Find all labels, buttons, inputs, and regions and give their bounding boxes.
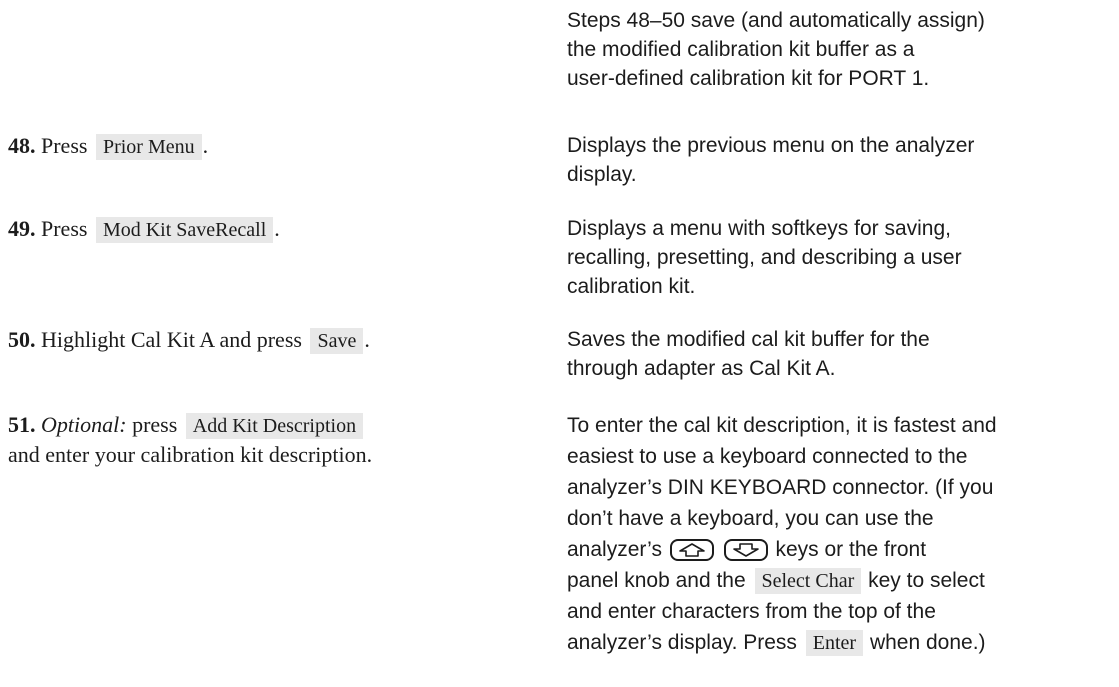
- description-line: calibration kit.: [567, 275, 696, 298]
- step-51-line-2: and enter your calibration kit descripti…: [8, 440, 372, 470]
- step-50-description: Saves the modified cal kit buffer for th…: [567, 325, 1112, 383]
- step-text: press: [132, 412, 178, 437]
- mod-kit-save-recall-key[interactable]: Mod Kit SaveRecall: [95, 217, 274, 243]
- description-line: panel knob and the Select Char key to se…: [567, 565, 1112, 596]
- step-51-description: To enter the cal kit description, it is …: [567, 410, 1112, 658]
- step-50: 50. Highlight Cal Kit A and press Save.: [8, 325, 370, 355]
- description-line: analyzer’s DIN KEYBOARD connector. (If y…: [567, 476, 994, 499]
- step-48: 48. Press Prior Menu.: [8, 131, 208, 161]
- step-text: Highlight Cal Kit A and press: [41, 327, 302, 352]
- save-key[interactable]: Save: [310, 328, 364, 354]
- step-punct: .: [364, 327, 370, 352]
- step-punct: .: [202, 133, 209, 158]
- intro-line: user-defined calibration kit for PORT 1.: [567, 67, 930, 90]
- description-line: easiest to use a keyboard connected to t…: [567, 445, 968, 468]
- description-line: display.: [567, 163, 637, 186]
- description-line: and enter characters from the top of the: [567, 600, 936, 623]
- description-line: To enter the cal kit description, it is …: [567, 414, 997, 437]
- select-char-key[interactable]: Select Char: [754, 568, 862, 594]
- description-text: analyzer’s: [567, 538, 662, 561]
- enter-key[interactable]: Enter: [805, 630, 864, 656]
- step-text: and enter your calibration kit descripti…: [8, 442, 373, 467]
- description-line: analyzer’s display. Press Enter when don…: [567, 627, 1112, 658]
- description-line: through adapter as Cal Kit A.: [567, 357, 836, 380]
- intro-line: Steps 48–50 save (and automatically assi…: [567, 9, 985, 32]
- step-number: 49.: [8, 216, 36, 241]
- intro-line: the modified calibration kit buffer as a: [567, 38, 915, 61]
- step-text: Press: [41, 216, 88, 241]
- description-text: panel knob and the: [567, 569, 746, 592]
- step-text: Press: [41, 133, 88, 158]
- step-number: 51.: [8, 412, 36, 437]
- step-49-description: Displays a menu with softkeys for saving…: [567, 214, 1112, 301]
- add-kit-description-key[interactable]: Add Kit Description: [185, 413, 364, 439]
- description-line: Saves the modified cal kit buffer for th…: [567, 328, 930, 351]
- optional-label: Optional:: [41, 412, 127, 437]
- down-arrow-key-icon[interactable]: [723, 539, 768, 562]
- prior-menu-key[interactable]: Prior Menu: [95, 134, 202, 160]
- description-line: analyzer’s keys or the front: [567, 534, 1112, 565]
- description-line: Displays the previous menu on the analyz…: [567, 134, 975, 157]
- step-49: 49. Press Mod Kit SaveRecall.: [8, 214, 280, 244]
- description-text: keys or the front: [775, 538, 927, 561]
- step-punct: .: [274, 216, 280, 241]
- step-48-description: Displays the previous menu on the analyz…: [567, 131, 1112, 189]
- step-number: 50.: [8, 327, 36, 352]
- step-number: 48.: [8, 133, 36, 158]
- up-arrow-key-icon[interactable]: [669, 539, 714, 562]
- step-51: 51. Optional: press Add Kit Description: [8, 410, 364, 440]
- description-text: analyzer’s display. Press: [567, 631, 797, 654]
- description-line: Displays a menu with softkeys for saving…: [567, 217, 951, 240]
- description-line: don’t have a keyboard, you can use the: [567, 507, 934, 530]
- description-text: when done.): [869, 631, 986, 654]
- description-text: key to select: [868, 569, 985, 592]
- description-line: recalling, presetting, and describing a …: [567, 246, 962, 269]
- intro-paragraph: Steps 48–50 save (and automatically assi…: [567, 6, 1112, 93]
